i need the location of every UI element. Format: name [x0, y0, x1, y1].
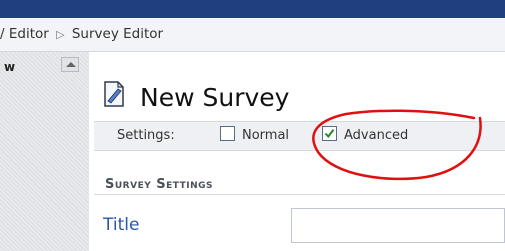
settings-bar: Settings: Normal Advanced [94, 121, 505, 151]
normal-checkbox[interactable] [220, 126, 235, 141]
breadcrumb-current: Survey Editor [71, 26, 164, 42]
section-divider [94, 194, 505, 195]
section-heading: Survey Settings [105, 177, 214, 192]
advanced-checkbox[interactable] [322, 126, 337, 141]
page-title: New Survey [140, 83, 290, 112]
breadcrumb: / Editor ▷ Survey Editor [0, 26, 163, 42]
scroll-up-button[interactable] [61, 57, 79, 72]
normal-option-label[interactable]: Normal [242, 128, 289, 143]
left-panel-label: w [4, 60, 16, 74]
left-panel: w [0, 52, 89, 251]
breadcrumb-bar: / Editor ▷ Survey Editor [0, 18, 505, 52]
breadcrumb-parent[interactable]: / Editor [0, 26, 49, 42]
breadcrumb-separator-icon: ▷ [56, 28, 65, 41]
document-icon [104, 81, 124, 107]
main-content: New Survey Settings: Normal Advanced Sur… [89, 52, 505, 251]
title-field-label: Title [103, 215, 140, 235]
settings-label: Settings: [117, 128, 175, 143]
top-bar [0, 0, 505, 18]
advanced-option-label[interactable]: Advanced [344, 128, 408, 143]
checkmark-icon [324, 129, 335, 139]
title-input[interactable] [291, 208, 505, 243]
